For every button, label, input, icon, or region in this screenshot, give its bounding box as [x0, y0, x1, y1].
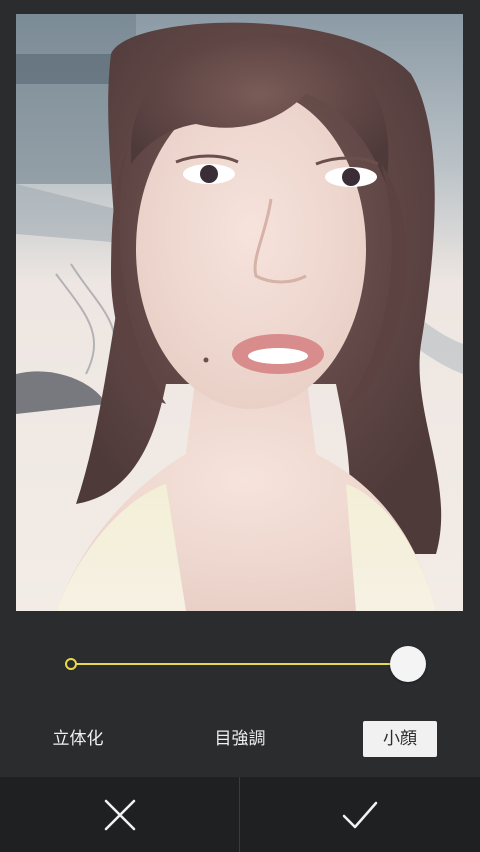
tab-3d-effect[interactable]: 立体化	[38, 721, 118, 757]
tab-small-face[interactable]: 小顔	[363, 721, 437, 757]
bottom-action-bar	[0, 777, 480, 852]
cancel-button[interactable]	[0, 777, 239, 852]
close-icon	[104, 799, 135, 830]
confirm-button[interactable]	[240, 777, 479, 852]
checkmark-icon	[342, 801, 377, 828]
slider-track[interactable]	[71, 663, 408, 665]
mode-tabs: 立体化 目強調 小顔	[0, 718, 480, 762]
photo-preview	[16, 14, 463, 611]
portrait-image	[16, 14, 463, 611]
tab-eye-enhance[interactable]: 目強調	[200, 721, 280, 757]
slider-start-marker	[65, 658, 77, 670]
slider-thumb[interactable]	[390, 646, 426, 682]
intensity-slider[interactable]	[56, 644, 436, 684]
